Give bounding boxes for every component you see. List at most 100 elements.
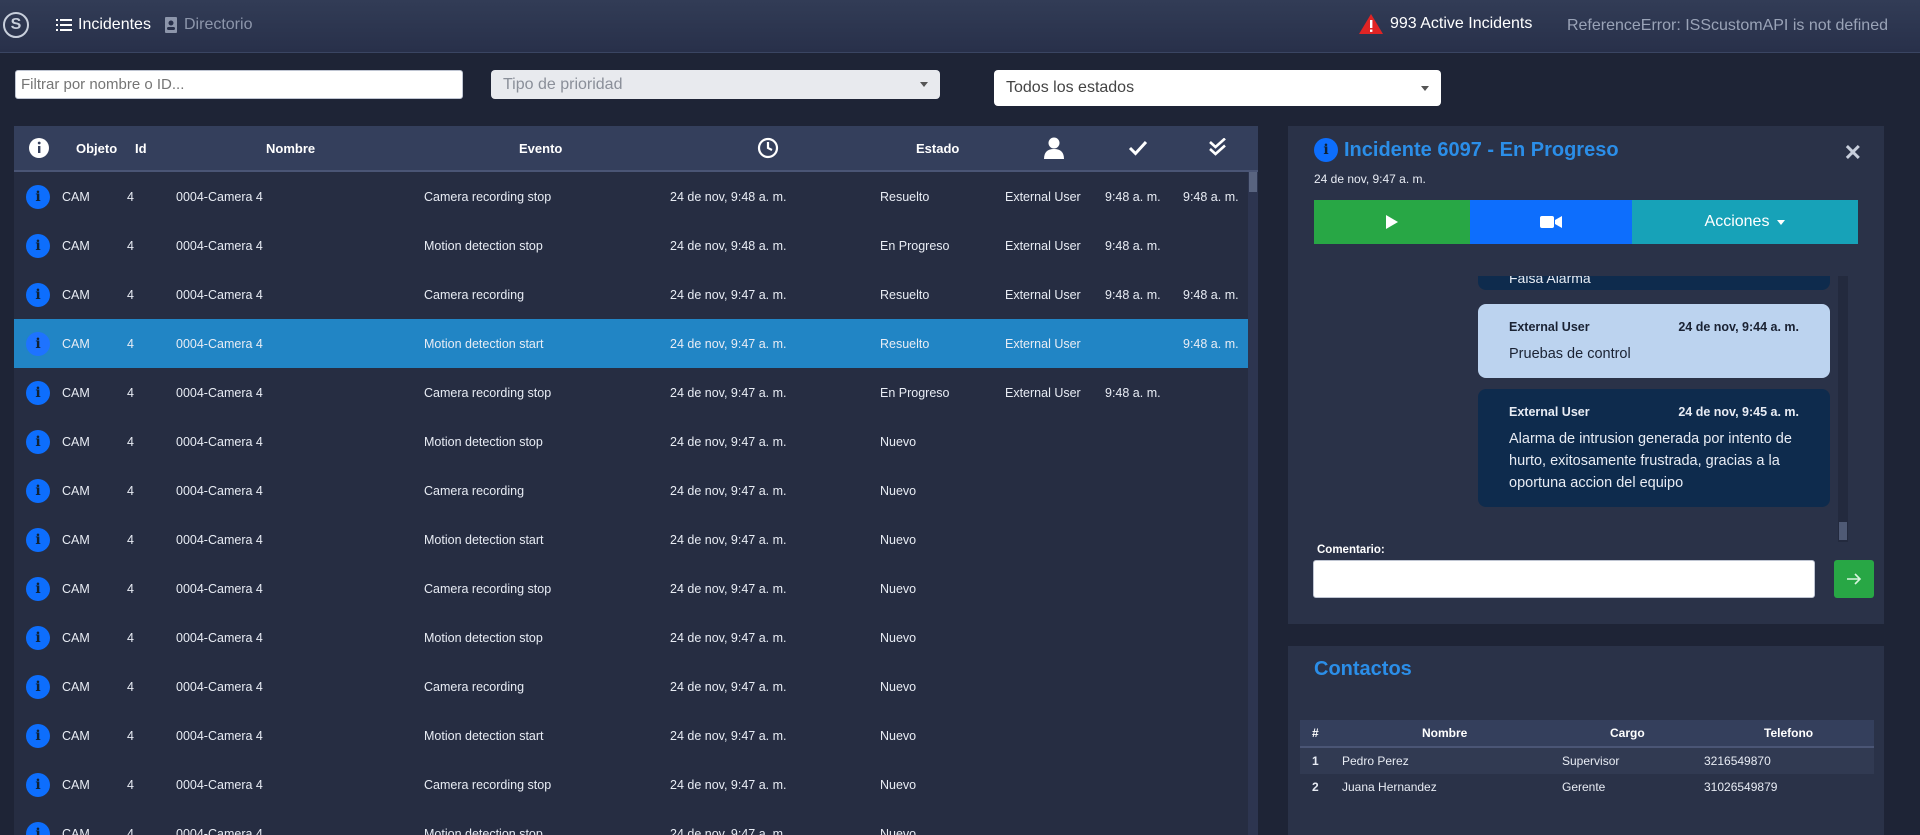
chevron-down-icon <box>1421 85 1429 91</box>
cell-id: 4 <box>127 532 134 547</box>
contact-row[interactable]: 1 Pedro Perez Supervisor 3216549870 <box>1300 748 1874 774</box>
table-row[interactable]: i CAM 4 0004-Camera 4 Camera recording 24 de … <box>14 270 1248 320</box>
incidents-table: Objeto Id Nombre Evento Estado i CAM 4 0004… <box>14 126 1258 835</box>
table-row[interactable]: i CAM 4 0004-Camera 4 Camera recording stop 2… <box>14 564 1248 614</box>
contacts-table-header: # Nombre Cargo Telefono <box>1300 720 1874 748</box>
close-icon[interactable]: ✕ <box>1844 140 1862 166</box>
cell-fecha: 24 de nov, 9:47 a. m. <box>670 581 787 596</box>
table-row[interactable]: i CAM 4 0004-Camera 4 Motion detection start… <box>14 711 1248 761</box>
s-logo-icon[interactable]: S <box>3 12 29 38</box>
clock-icon[interactable] <box>757 126 779 170</box>
info-circle-icon[interactable]: i <box>26 772 50 797</box>
contact-row[interactable]: 2 Juana Hernandez Gerente 31026549879 <box>1300 774 1874 800</box>
table-row[interactable]: i CAM 4 0004-Camera 4 Camera recording stop 2… <box>14 172 1248 222</box>
table-scrollbar[interactable] <box>1248 172 1258 835</box>
cell-id: 4 <box>127 581 134 596</box>
table-row[interactable]: i CAM 4 0004-Camera 4 Motion detection stop 2… <box>14 809 1248 835</box>
header-evento[interactable]: Evento <box>519 126 562 170</box>
active-incidents-alert[interactable]: 993 Active Incidents <box>1358 13 1532 35</box>
message-scrollbar[interactable] <box>1838 276 1848 542</box>
info-circle-icon[interactable]: i <box>26 233 50 258</box>
cell-fecha: 24 de nov, 9:47 a. m. <box>670 336 787 351</box>
table-row[interactable]: i CAM 4 0004-Camera 4 Motion detection stop 2… <box>14 417 1248 467</box>
message-bubble: External User 24 de nov, 9:45 a. m. Alar… <box>1478 389 1830 507</box>
cell-evento: Motion detection stop <box>424 826 543 835</box>
row-info-cell[interactable]: i <box>26 613 50 662</box>
table-row[interactable]: i CAM 4 0004-Camera 4 Motion detection stop 2… <box>14 221 1248 271</box>
row-info-cell[interactable]: i <box>26 466 50 515</box>
double-check-icon[interactable] <box>1208 126 1228 170</box>
info-circle-icon[interactable]: i <box>26 282 50 307</box>
header-objeto[interactable]: Objeto <box>76 126 117 170</box>
cell-nombre: 0004-Camera 4 <box>176 385 263 400</box>
info-circle-icon[interactable]: i <box>26 576 50 601</box>
info-circle-icon[interactable]: i <box>26 331 50 356</box>
cell-evento: Motion detection start <box>424 336 544 351</box>
table-row[interactable]: i CAM 4 0004-Camera 4 Camera recording stop 2… <box>14 368 1248 418</box>
info-circle-icon[interactable]: i <box>26 625 50 650</box>
row-info-cell[interactable]: i <box>26 319 50 368</box>
cell-estado: Nuevo <box>880 581 917 596</box>
row-info-cell[interactable]: i <box>26 221 50 270</box>
row-info-cell[interactable]: i <box>26 662 50 711</box>
row-info-cell[interactable]: i <box>26 711 50 760</box>
cell-objeto: CAM <box>62 728 90 743</box>
header-estado[interactable]: Estado <box>916 126 959 170</box>
table-scrollbar-thumb[interactable] <box>1249 172 1257 192</box>
table-row[interactable]: i CAM 4 0004-Camera 4 Camera recording 24 de … <box>14 662 1248 712</box>
header-id[interactable]: Id <box>135 126 147 170</box>
info-circle-icon[interactable]: i <box>26 821 50 835</box>
table-row[interactable]: i CAM 4 0004-Camera 4 Camera recording 24 de … <box>14 466 1248 516</box>
row-info-cell[interactable]: i <box>26 172 50 221</box>
row-info-cell[interactable]: i <box>26 270 50 319</box>
status-select[interactable]: Todos los estados <box>994 70 1441 106</box>
nav-directorio[interactable]: Directorio <box>164 16 252 34</box>
cell-fecha: 24 de nov, 9:47 a. m. <box>670 630 787 645</box>
incident-date: 24 de nov, 9:47 a. m. <box>1314 172 1426 186</box>
info-circle-icon[interactable]: i <box>26 380 50 405</box>
info-circle-icon[interactable]: i <box>26 478 50 503</box>
search-input[interactable] <box>15 70 463 99</box>
table-row[interactable]: i CAM 4 0004-Camera 4 Camera recording stop 2… <box>14 760 1248 810</box>
table-row[interactable]: i CAM 4 0004-Camera 4 Motion detection stop 2… <box>14 613 1248 663</box>
send-comment-button[interactable] <box>1834 560 1874 598</box>
nav-incidentes[interactable]: Incidentes <box>56 16 151 34</box>
cell-nombre: 0004-Camera 4 <box>176 826 263 835</box>
check-icon[interactable] <box>1128 126 1148 170</box>
info-circle-icon[interactable]: i <box>26 184 50 209</box>
row-info-cell[interactable]: i <box>26 368 50 417</box>
header-nombre[interactable]: Nombre <box>266 126 315 170</box>
cell-estado: Nuevo <box>880 728 917 743</box>
cell-evento: Motion detection stop <box>424 630 543 645</box>
cell-fecha: 24 de nov, 9:47 a. m. <box>670 728 787 743</box>
message-thread[interactable]: Falsa Alarma External User 24 de nov, 9:… <box>1314 276 1858 542</box>
cell-double-check: 9:48 a. m. <box>1183 189 1239 204</box>
row-info-cell[interactable]: i <box>26 417 50 466</box>
play-button[interactable] <box>1314 200 1470 244</box>
info-circle-icon[interactable]: i <box>26 527 50 552</box>
info-circle-icon[interactable]: i <box>26 429 50 454</box>
row-info-cell[interactable]: i <box>26 515 50 564</box>
cell-evento: Camera recording <box>424 679 525 694</box>
user-icon[interactable] <box>1044 126 1064 170</box>
contact-nombre: Pedro Perez <box>1342 754 1409 768</box>
table-row[interactable]: i CAM 4 0004-Camera 4 Motion detection start… <box>14 319 1248 369</box>
video-button[interactable] <box>1470 200 1632 244</box>
priority-select[interactable]: Tipo de prioridad <box>491 70 940 99</box>
cell-estado: Nuevo <box>880 532 917 547</box>
row-info-cell[interactable]: i <box>26 760 50 809</box>
actions-dropdown-button[interactable]: Acciones <box>1632 200 1858 244</box>
cell-nombre: 0004-Camera 4 <box>176 483 263 498</box>
cell-objeto: CAM <box>62 189 90 204</box>
cell-id: 4 <box>127 238 134 253</box>
cell-estado: En Progreso <box>880 385 950 400</box>
table-row[interactable]: i CAM 4 0004-Camera 4 Motion detection start… <box>14 515 1248 565</box>
row-info-cell[interactable]: i <box>26 809 50 835</box>
info-circle-icon[interactable]: i <box>26 674 50 699</box>
message-date: 24 de nov, 9:45 a. m. <box>1678 405 1799 419</box>
row-info-cell[interactable]: i <box>26 564 50 613</box>
comment-input[interactable] <box>1313 560 1815 598</box>
message-scrollbar-thumb[interactable] <box>1839 522 1847 540</box>
cell-fecha: 24 de nov, 9:47 a. m. <box>670 679 787 694</box>
info-circle-icon[interactable]: i <box>26 723 50 748</box>
